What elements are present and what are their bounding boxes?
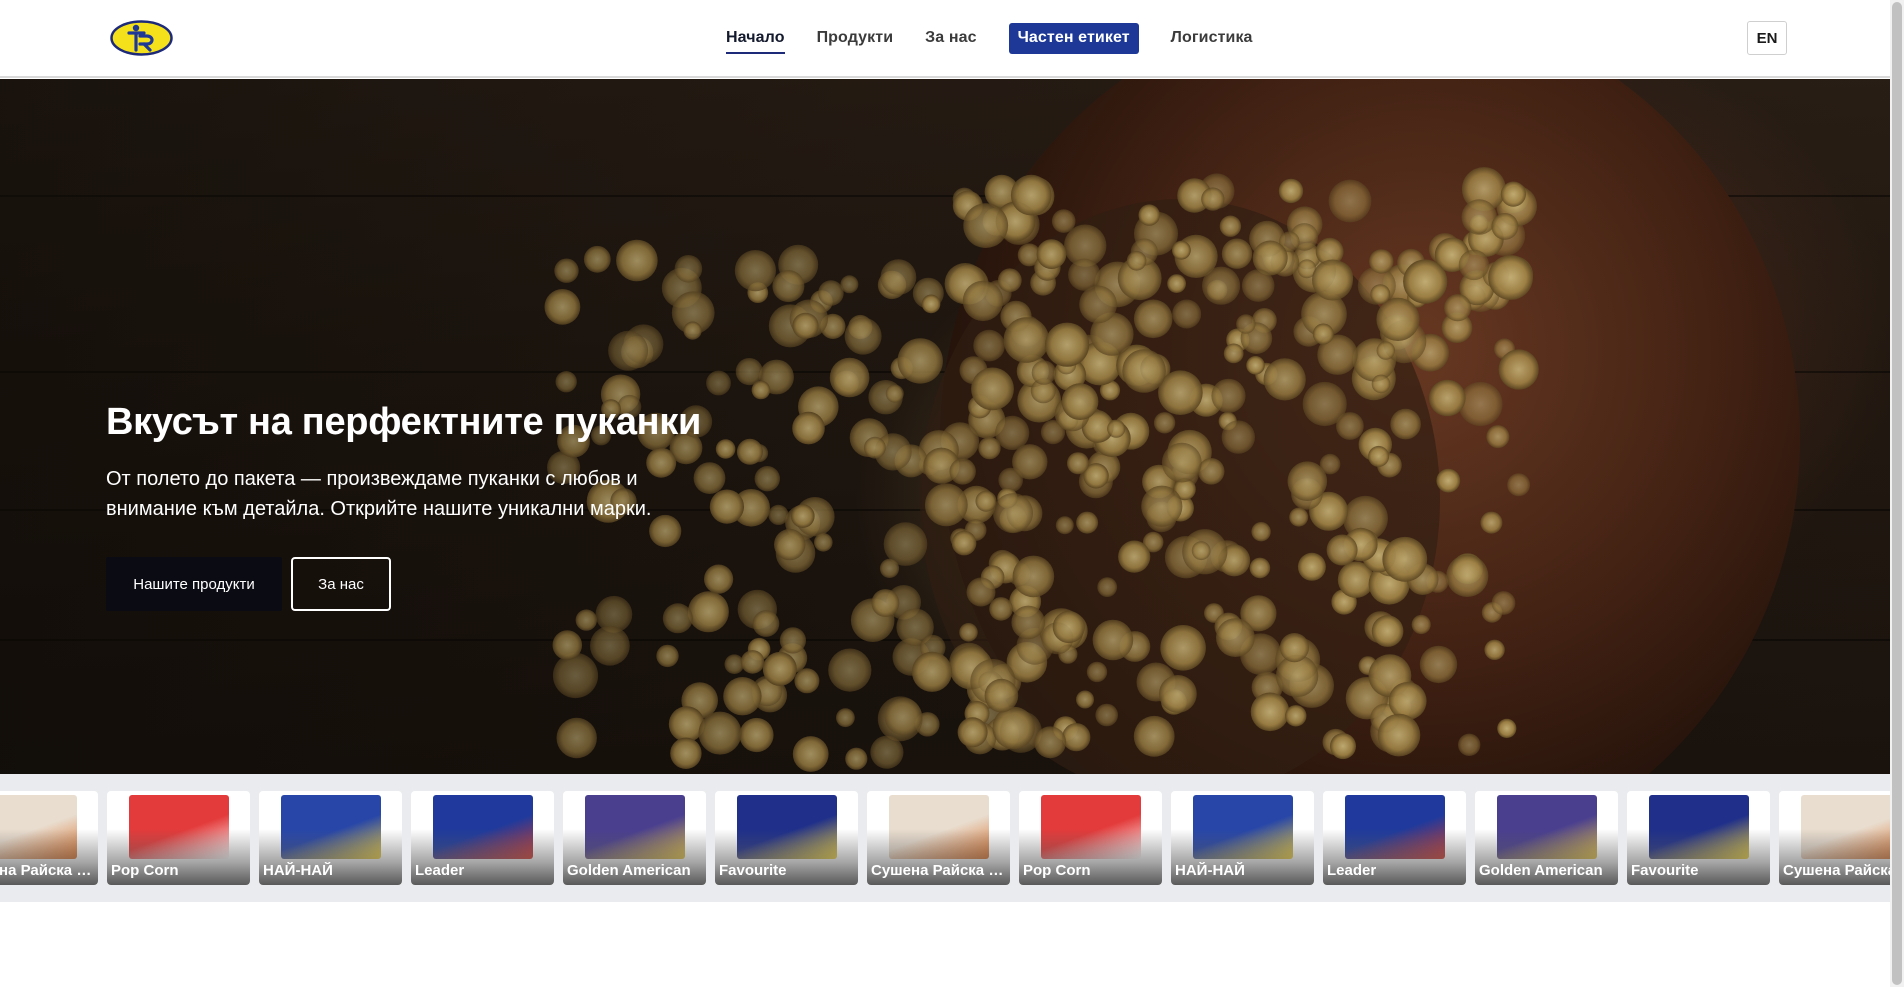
product-name: Golden American [567, 862, 691, 879]
nav-products[interactable]: Продукти [817, 22, 894, 54]
page: Начало Продукти За нас Частен етикет Лог… [0, 0, 1904, 987]
product-card[interactable]: НАЙ-НАЙ [259, 791, 402, 885]
hero-title: Вкусът на перфектните пуканки [106, 401, 702, 443]
product-name: Favourite [719, 862, 787, 879]
product-card[interactable]: Leader [1323, 791, 1466, 885]
nav-private-label[interactable]: Частен етикет [1008, 22, 1139, 54]
product-card[interactable]: Сушена Райска ябълка [867, 791, 1010, 885]
product-card[interactable]: Сушена Райска ябълка [1779, 791, 1890, 885]
product-name: Favourite [1631, 862, 1699, 879]
product-card[interactable]: НАЙ-НАЙ [1171, 791, 1314, 885]
product-name: Leader [415, 862, 465, 879]
product-name: Leader [1327, 862, 1377, 879]
nav-logistics[interactable]: Логистика [1171, 22, 1253, 54]
product-name: Pop Corn [111, 862, 179, 879]
product-card[interactable]: Golden American [563, 791, 706, 885]
product-card[interactable]: Pop Corn [107, 791, 250, 885]
product-card[interactable]: Golden American [1475, 791, 1618, 885]
product-name: Golden American [1479, 862, 1603, 879]
language-toggle-button[interactable]: EN [1747, 21, 1787, 55]
product-name: Сушена Райска ябълка [871, 862, 1007, 879]
product-card[interactable]: Favourite [1627, 791, 1770, 885]
nav-home[interactable]: Начало [726, 22, 785, 54]
product-card[interactable]: Сушена Райска ябълка [0, 791, 98, 885]
our-products-button[interactable]: Нашите продукти [106, 557, 282, 611]
product-name: Pop Corn [1023, 862, 1091, 879]
product-name: НАЙ-НАЙ [263, 862, 333, 879]
product-name: НАЙ-НАЙ [1175, 862, 1245, 879]
hero-banner: Вкусът на перфектните пуканки От полето … [0, 79, 1890, 774]
product-card[interactable]: Pop Corn [1019, 791, 1162, 885]
nav-about[interactable]: За нас [925, 22, 976, 54]
scrollbar-thumb[interactable] [1892, 2, 1902, 985]
site-header: Начало Продукти За нас Частен етикет Лог… [0, 0, 1904, 78]
hero-subtitle: От полето до пакета — произвеждаме пукан… [106, 468, 652, 520]
product-card[interactable]: Favourite [715, 791, 858, 885]
product-card[interactable]: Leader [411, 791, 554, 885]
about-us-button[interactable]: За нас [291, 557, 391, 611]
product-name: Сушена Райска ябълка [0, 862, 95, 879]
brand-logo[interactable] [110, 20, 173, 56]
product-carousel[interactable]: Сушена Райска ябълка Pop Corn НАЙ-НАЙ Leade… [0, 774, 1890, 902]
product-name: Сушена Райска ябълка [1783, 862, 1890, 879]
main-nav: Начало Продукти За нас Частен етикет Лог… [726, 22, 1253, 54]
